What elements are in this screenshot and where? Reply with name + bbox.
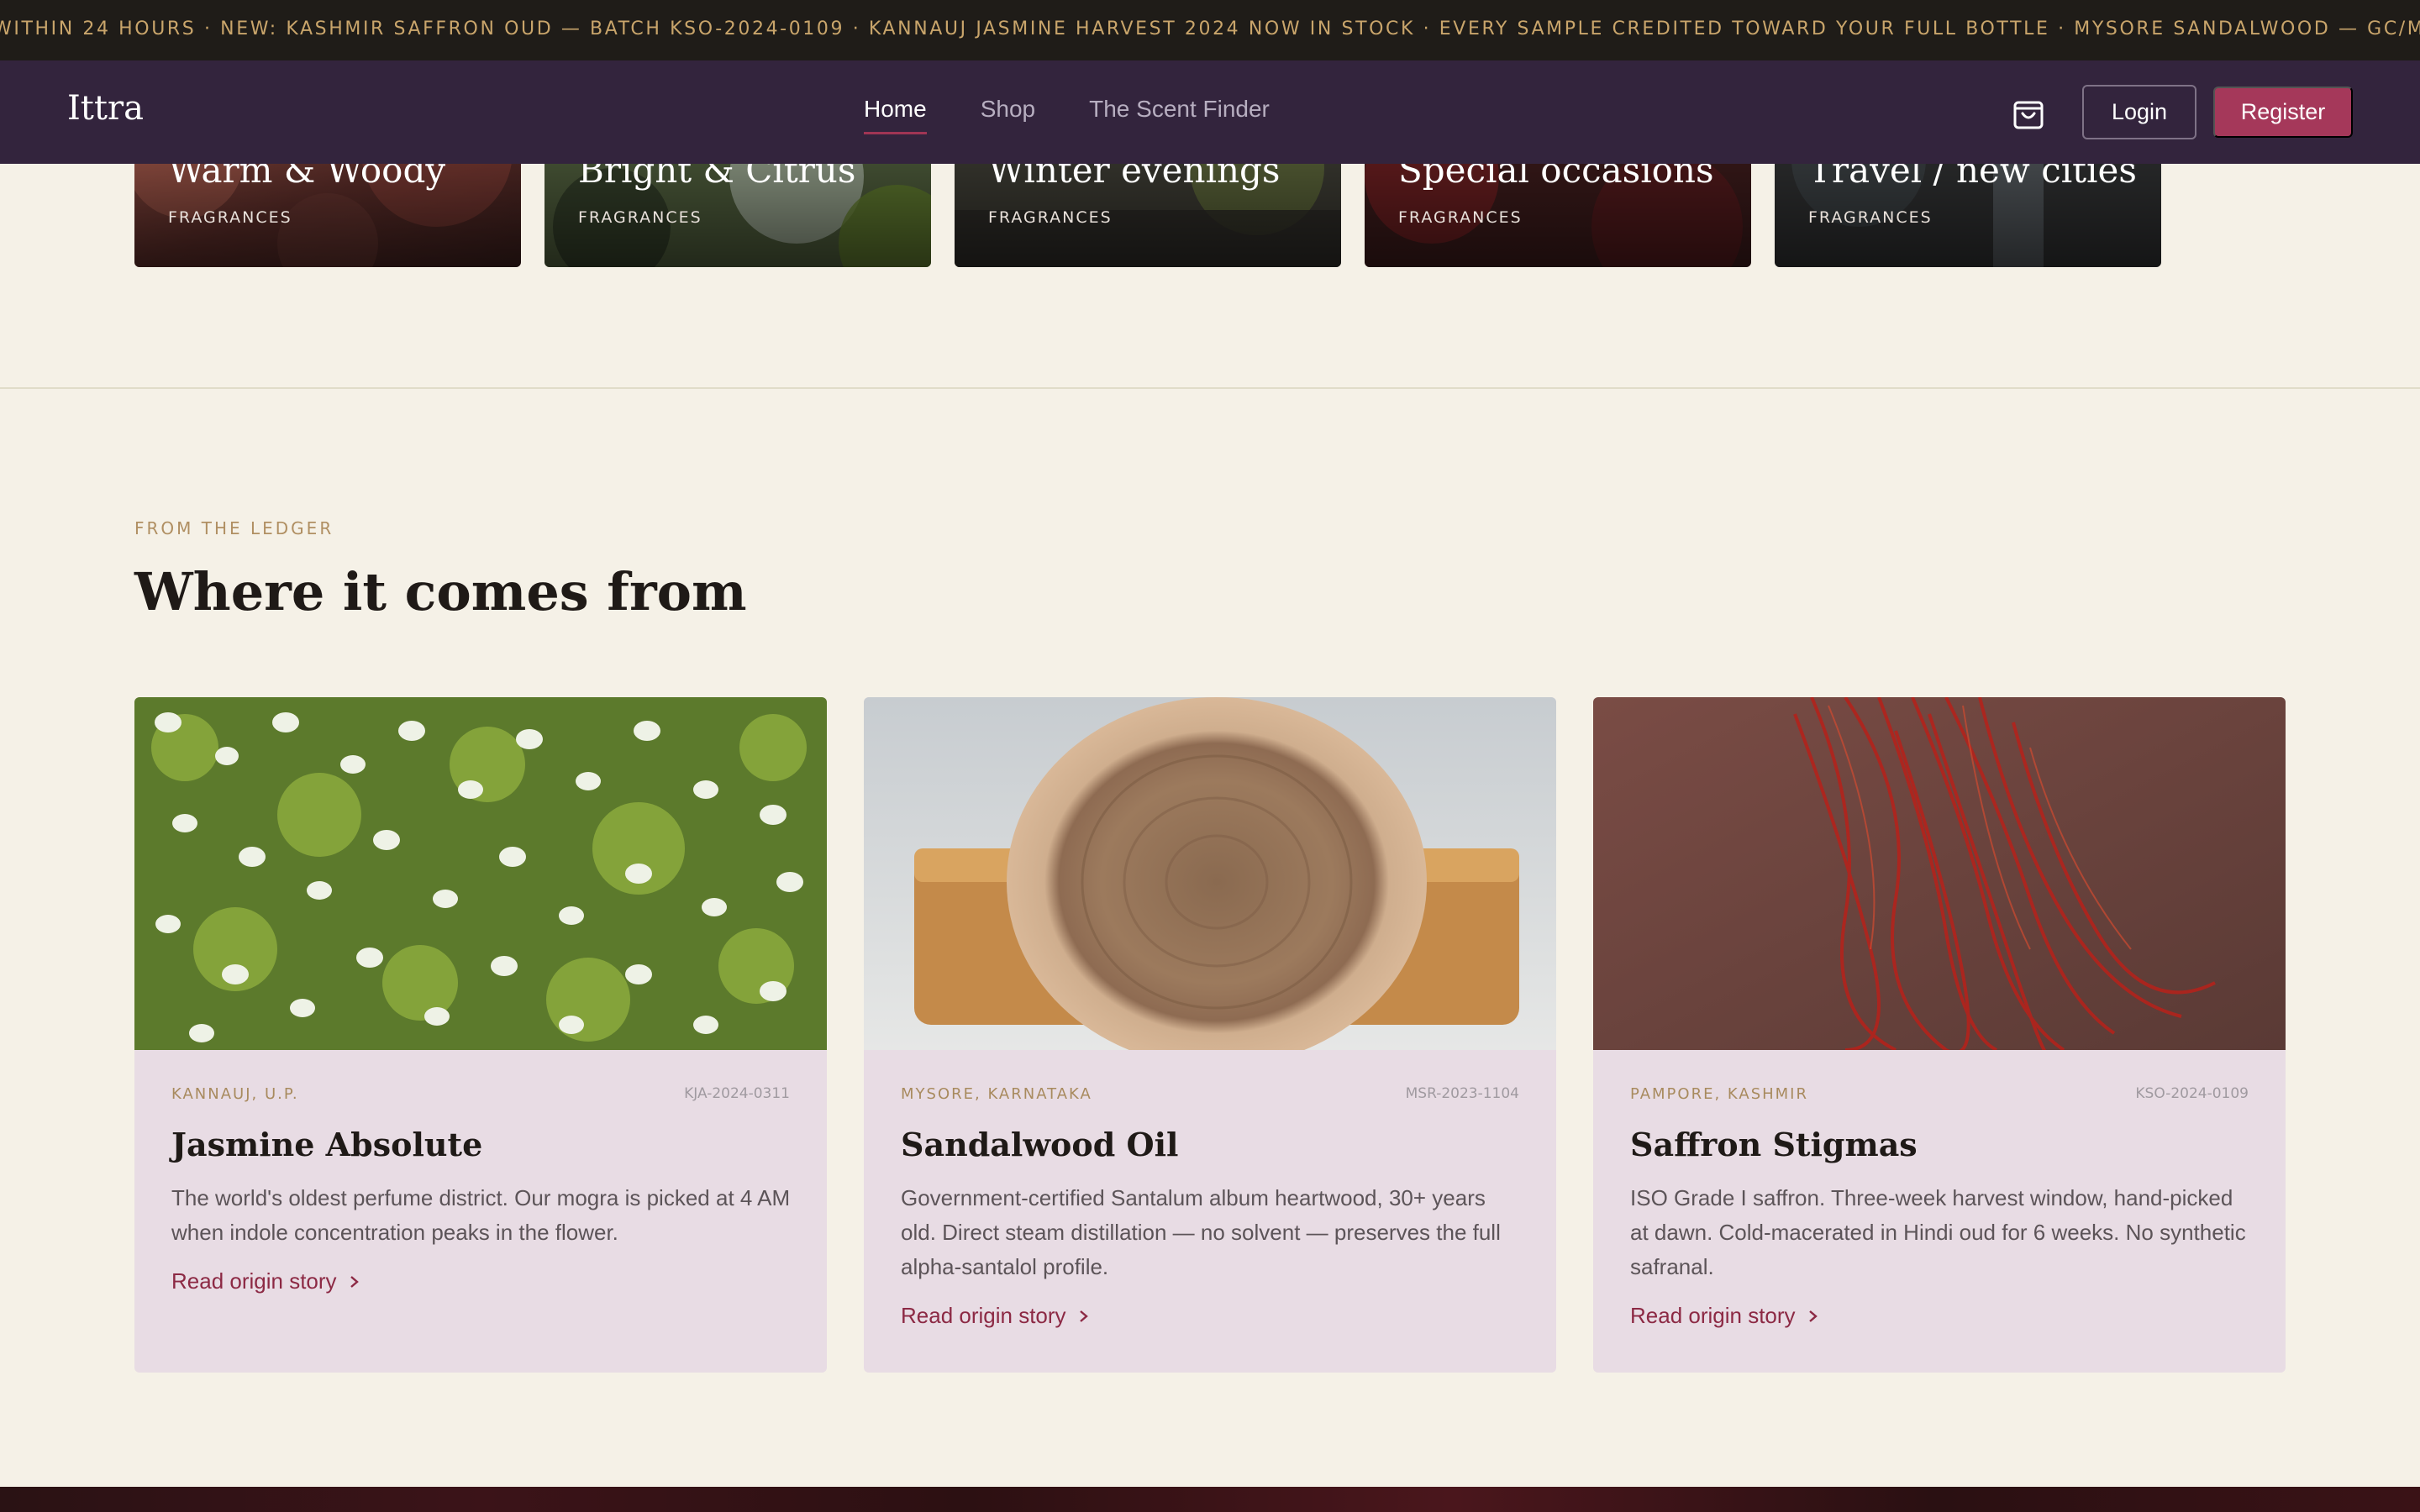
sandalwood-image — [864, 697, 1556, 1050]
shopping-bag-icon[interactable] — [2012, 95, 2045, 130]
link-label: Read origin story — [901, 1303, 1066, 1328]
announcement-ticker: WITHIN 24 HOURS · NEW: KASHMIR SAFFRON O… — [0, 0, 2420, 60]
card-region: KANNAUJ, U.P. — [171, 1085, 299, 1103]
link-label: Read origin story — [171, 1268, 337, 1294]
register-button[interactable]: Register — [2213, 87, 2353, 138]
section-divider — [0, 387, 2420, 389]
origin-card-sandalwood: MYSORE, KARNATAKA MSR-2023-1104 Sandalwo… — [864, 697, 1556, 1373]
origin-card-jasmine: KANNAUJ, U.P. KJA-2024-0311 Jasmine Abso… — [134, 697, 827, 1373]
section-title: Where it comes from — [134, 561, 747, 622]
nav-link-home[interactable]: Home — [864, 96, 927, 134]
card-description: Government-certified Santalum album hear… — [901, 1185, 1501, 1279]
chevron-right-icon — [350, 1275, 359, 1288]
nav-link-scent-finder[interactable]: The Scent Finder — [1089, 96, 1270, 134]
footer-hero-band — [0, 1487, 2420, 1512]
mood-subtitle: FRAGRANCES — [1398, 208, 1523, 227]
mood-subtitle: FRAGRANCES — [578, 208, 702, 227]
chevron-right-icon — [1079, 1310, 1088, 1322]
main-navbar: Ittra Home Shop The Scent Finder Login R… — [0, 60, 2420, 164]
mood-subtitle: FRAGRANCES — [1808, 208, 1933, 227]
card-region: PAMPORE, KASHMIR — [1630, 1085, 1808, 1103]
section-eyebrow: FROM THE LEDGER — [134, 518, 334, 538]
jasmine-image — [134, 697, 827, 1050]
card-batch-id: KSO-2024-0109 — [2135, 1085, 2249, 1102]
read-origin-story-link[interactable]: Read origin story — [171, 1268, 360, 1294]
link-label: Read origin story — [1630, 1303, 1796, 1328]
nav-link-shop[interactable]: Shop — [981, 96, 1035, 134]
card-description: ISO Grade I saffron. Three-week harvest … — [1630, 1185, 2246, 1279]
card-title: Saffron Stigmas — [1630, 1126, 1918, 1163]
read-origin-story-link[interactable]: Read origin story — [1630, 1303, 1819, 1329]
saffron-image — [1593, 697, 2286, 1050]
mood-subtitle: FRAGRANCES — [988, 208, 1113, 227]
card-batch-id: MSR-2023-1104 — [1405, 1085, 1519, 1102]
login-button[interactable]: Login — [2082, 85, 2196, 139]
origin-card-saffron: PAMPORE, KASHMIR KSO-2024-0109 Saffron S… — [1593, 697, 2286, 1373]
site-logo[interactable]: Ittra — [67, 89, 144, 128]
read-origin-story-link[interactable]: Read origin story — [901, 1303, 1090, 1329]
mood-subtitle: FRAGRANCES — [168, 208, 292, 227]
ticker-text: WITHIN 24 HOURS · NEW: KASHMIR SAFFRON O… — [0, 18, 2420, 39]
card-region: MYSORE, KARNATAKA — [901, 1085, 1092, 1103]
card-description: The world's oldest perfume district. Our… — [171, 1185, 791, 1245]
card-title: Jasmine Absolute — [171, 1126, 483, 1163]
card-title: Sandalwood Oil — [901, 1126, 1179, 1163]
card-batch-id: KJA-2024-0311 — [684, 1085, 790, 1102]
primary-nav: Home Shop The Scent Finder — [864, 96, 1270, 134]
chevron-right-icon — [1808, 1310, 1818, 1322]
